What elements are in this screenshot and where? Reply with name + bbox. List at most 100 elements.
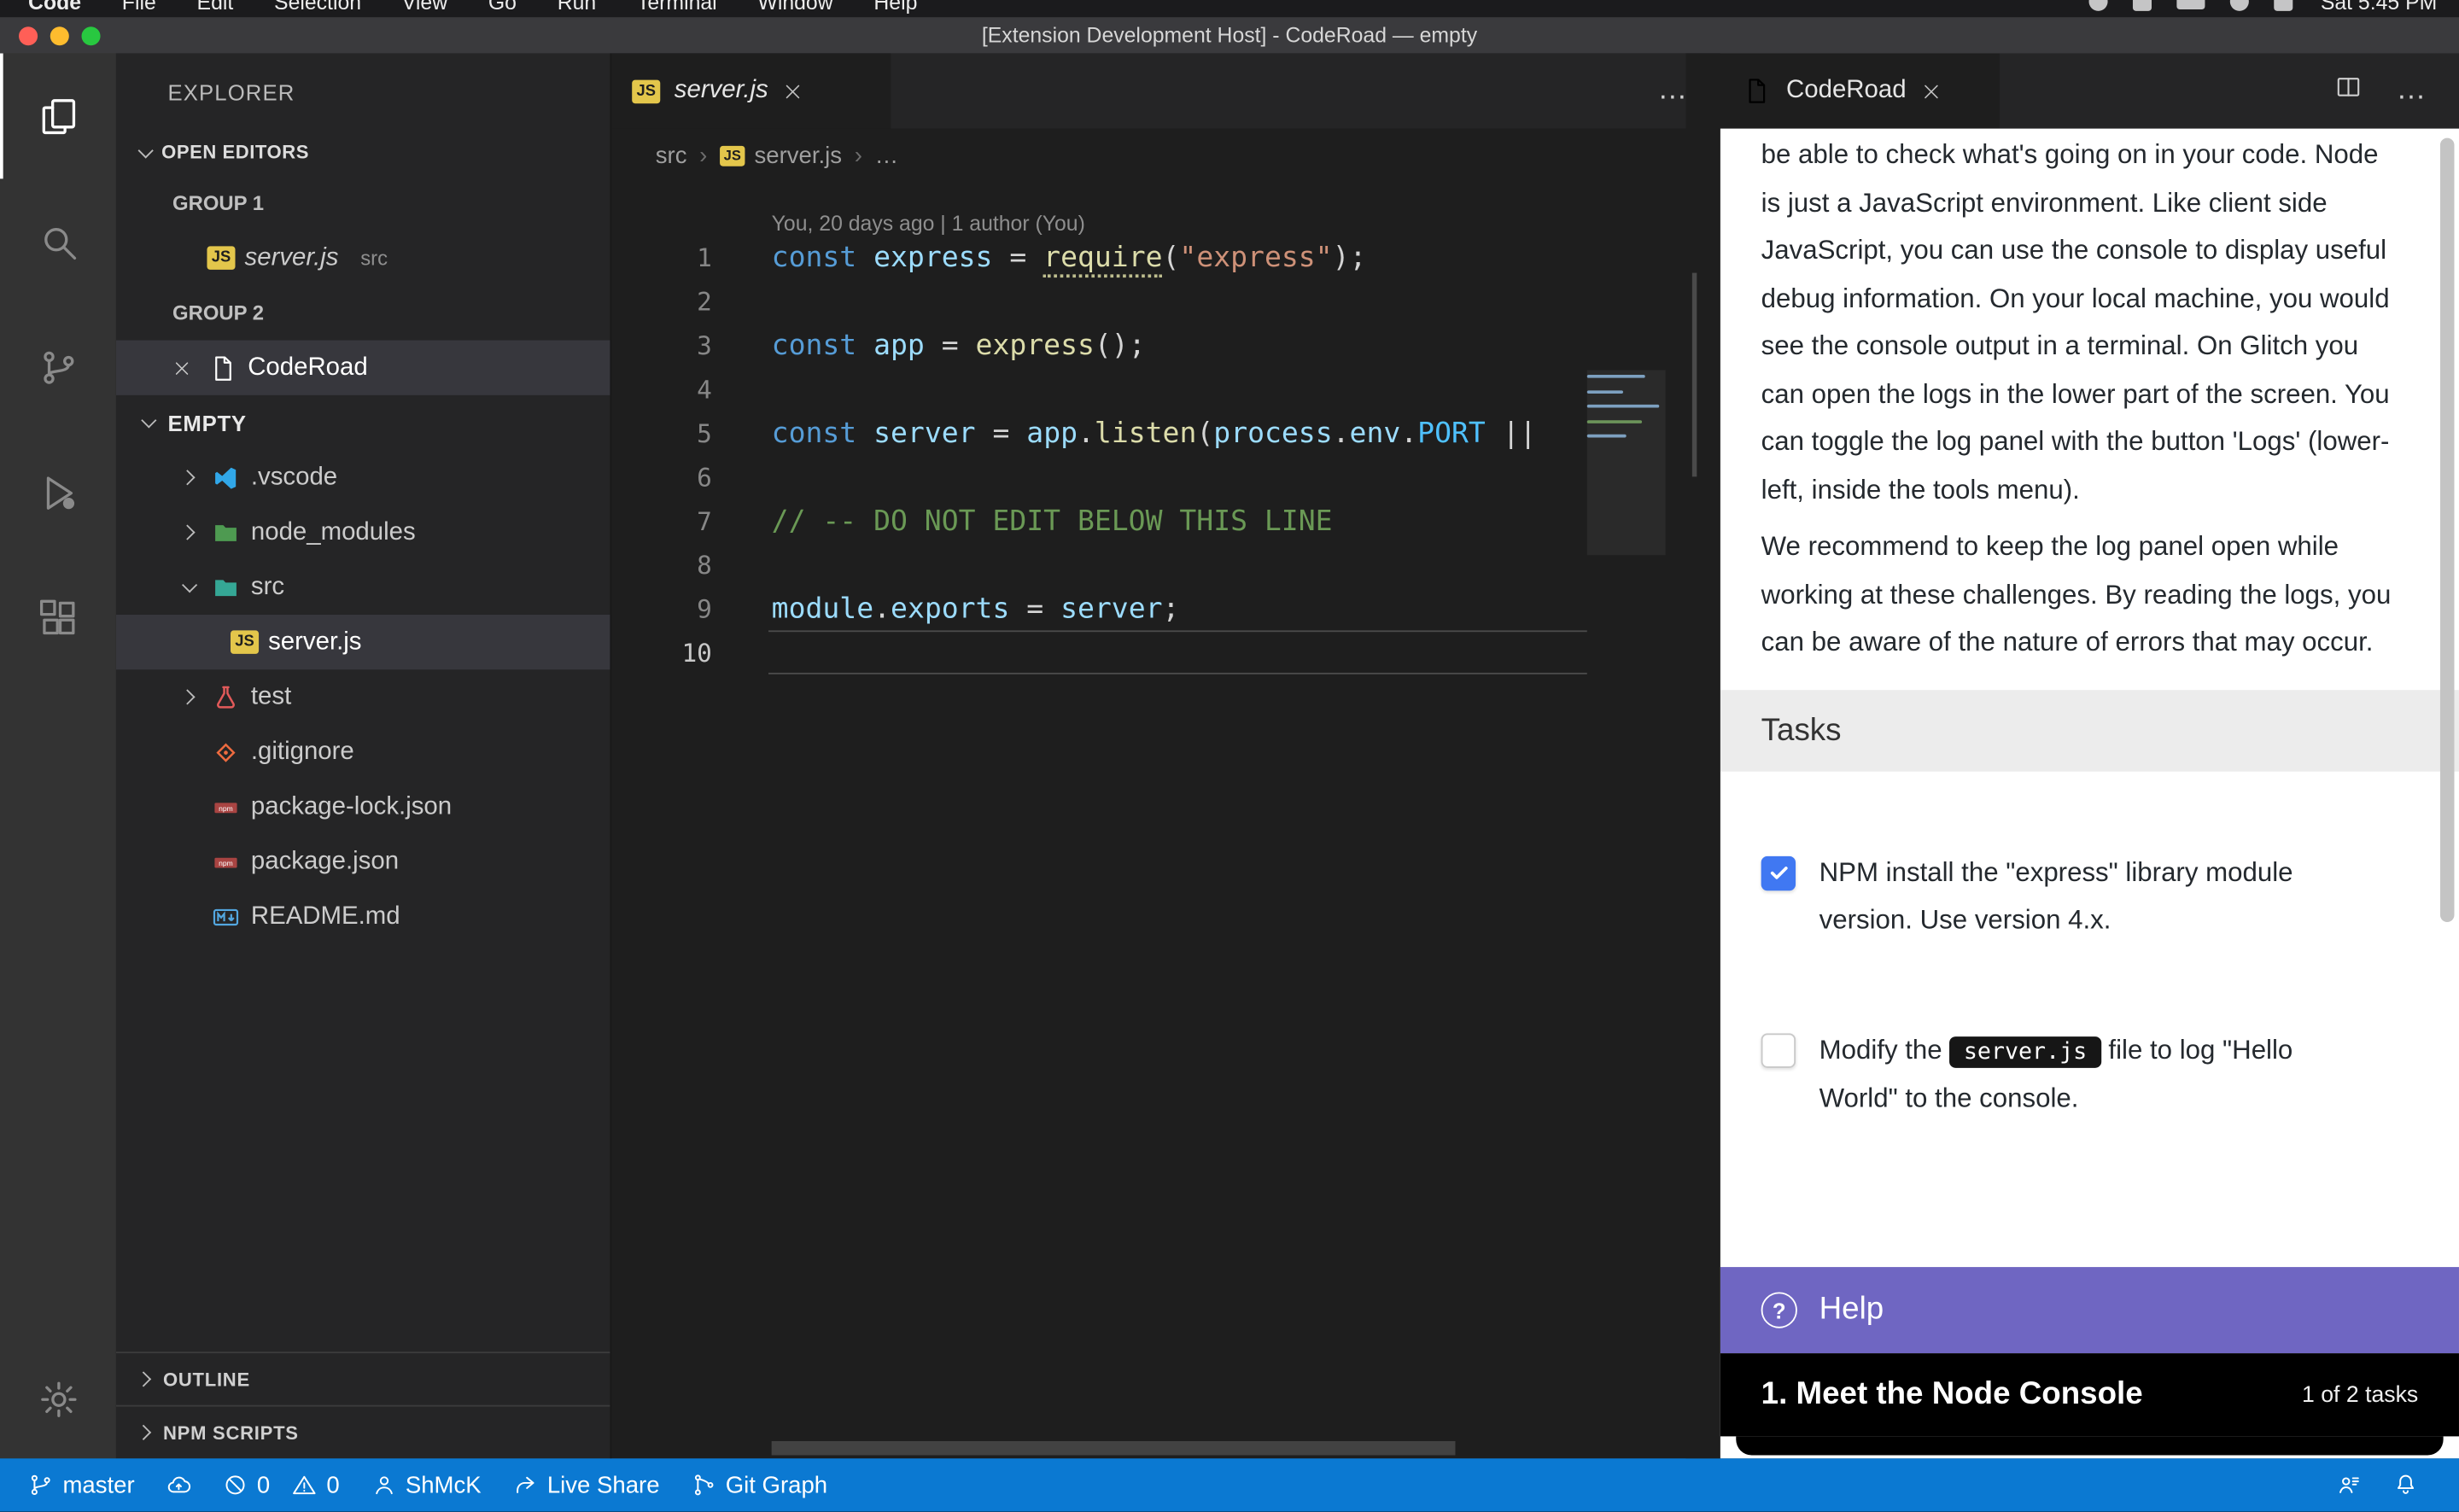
- close-tab-icon[interactable]: [1920, 81, 1941, 102]
- editor-more-actions-button[interactable]: …: [1657, 83, 1689, 98]
- code-line-3[interactable]: 3const app = express();: [611, 323, 1720, 366]
- line-number: 4: [611, 374, 712, 404]
- tree-root-empty[interactable]: EMPTY: [116, 395, 610, 450]
- code-line-1[interactable]: 1const express = require("express");: [611, 236, 1720, 279]
- tree-item-package-json[interactable]: npmpackage.json: [116, 834, 610, 889]
- activity-settings-icon[interactable]: [0, 1340, 116, 1459]
- section-outline[interactable]: OUTLINE: [116, 1351, 610, 1404]
- codelens-annotation[interactable]: You, 20 days ago | 1 author (You): [611, 195, 1720, 236]
- close-editor-icon[interactable]: [166, 352, 198, 383]
- activity-run-debug-icon[interactable]: [0, 429, 116, 555]
- activity-explorer-icon[interactable]: [0, 53, 116, 178]
- status-0[interactable]: 00: [207, 1458, 355, 1511]
- menu-run[interactable]: Run: [558, 0, 596, 14]
- current-line-highlight: [768, 630, 1587, 674]
- lesson-title: 1. Meet the Node Console: [1761, 1377, 2143, 1413]
- activity-extensions-icon[interactable]: [0, 555, 116, 680]
- menubar-status-icon[interactable]: [2176, 0, 2205, 9]
- menu-code[interactable]: Code: [28, 0, 81, 14]
- tree-item-server-js[interactable]: JSserver.js: [116, 615, 610, 669]
- activity-search-icon[interactable]: [0, 178, 116, 304]
- code-line-8[interactable]: 8: [611, 543, 1720, 587]
- code-line-7[interactable]: 7// -- DO NOT EDIT BELOW THIS LINE: [611, 499, 1720, 542]
- tree-item-test[interactable]: test: [116, 669, 610, 724]
- menu-view[interactable]: View: [402, 0, 447, 14]
- tree-item-label: server.js: [268, 628, 361, 657]
- file-tree: .vscode node_modulessrcJSserver.jstest.gi…: [116, 450, 610, 944]
- horizontal-scrollbar-thumb[interactable]: [772, 1441, 1456, 1456]
- code-line-9[interactable]: 9module.exports = server;: [611, 587, 1720, 630]
- chevron-slot: [172, 472, 201, 483]
- minimize-window-button[interactable]: [50, 26, 69, 44]
- activity-source-control-icon[interactable]: [0, 304, 116, 429]
- split-editor-icon[interactable]: [2335, 73, 2362, 108]
- open-editor-server-js[interactable]: JSserver.jssrc: [116, 231, 610, 285]
- open-editors-group-label: GROUP 2: [116, 285, 610, 340]
- code-text: const app = express();: [712, 329, 1146, 362]
- menu-file[interactable]: File: [122, 0, 156, 14]
- code-line-5[interactable]: 5const server = app.listen(process.env.P…: [611, 411, 1720, 454]
- code-line-4[interactable]: 4: [611, 367, 1720, 411]
- minimap-slider[interactable]: [1587, 370, 1666, 555]
- menu-terminal[interactable]: Terminal: [637, 0, 717, 14]
- menubar-status-icon[interactable]: [2274, 0, 2293, 11]
- task-checkbox[interactable]: [1761, 855, 1796, 890]
- tab-coderoad[interactable]: CodeRoad: [1720, 53, 2000, 128]
- status-live-share[interactable]: Live Share: [497, 1458, 675, 1511]
- minimap[interactable]: [1587, 370, 1666, 668]
- code-line-10[interactable]: 10: [611, 630, 1720, 674]
- menubar-status-icon[interactable]: [2088, 0, 2107, 11]
- status-git-graph[interactable]: Git Graph: [675, 1458, 844, 1511]
- open-editor-coderoad[interactable]: CodeRoad: [116, 341, 610, 395]
- status-cloud-sync[interactable]: [150, 1458, 207, 1511]
- menu-window[interactable]: Window: [757, 0, 832, 14]
- code-editor[interactable]: You, 20 days ago | 1 author (You) 1const…: [611, 182, 1720, 674]
- tree-root-label: EMPTY: [168, 410, 247, 435]
- status-bell[interactable]: [2377, 1458, 2433, 1511]
- menu-selection[interactable]: Selection: [274, 0, 361, 14]
- breadcrumb-separator: ›: [699, 142, 707, 168]
- breadcrumb-label: src: [656, 142, 687, 168]
- close-window-button[interactable]: [19, 26, 38, 44]
- status-label: ShMcK: [406, 1472, 482, 1498]
- status-shmck[interactable]: ShMcK: [355, 1458, 497, 1511]
- zoom-window-button[interactable]: [82, 26, 101, 44]
- md-icon: [210, 901, 242, 932]
- tree-item-node_modules[interactable]: node_modules: [116, 505, 610, 559]
- tree-item--vscode[interactable]: .vscode: [116, 450, 610, 505]
- task-text: Modify the server.js file to log "Hello …: [1819, 1026, 2393, 1124]
- status-master[interactable]: master: [13, 1458, 150, 1511]
- tree-item--gitignore[interactable]: .gitignore: [116, 725, 610, 779]
- tree-item-src[interactable]: src: [116, 560, 610, 615]
- close-tab-icon[interactable]: [782, 81, 803, 102]
- menubar-status-icon[interactable]: [2132, 0, 2151, 11]
- task-checkbox[interactable]: [1761, 1032, 1796, 1066]
- tab-server-js[interactable]: JS server.js: [611, 53, 891, 128]
- code-line-2[interactable]: 2: [611, 279, 1720, 323]
- file-icon: [1741, 75, 1773, 107]
- git-icon: [210, 736, 242, 768]
- status-feedback[interactable]: [2321, 1458, 2377, 1511]
- lesson-card-bottom: [1720, 1436, 2459, 1458]
- breadcrumb-item-1[interactable]: JSserver.js: [720, 142, 842, 168]
- tree-item-label: node_modules: [251, 518, 416, 546]
- panel-more-actions-button[interactable]: …: [2397, 83, 2428, 98]
- help-bar[interactable]: ? Help: [1720, 1267, 2459, 1353]
- menu-help[interactable]: Help: [873, 0, 917, 14]
- section-npm-scripts[interactable]: NPM SCRIPTS: [116, 1405, 610, 1458]
- breadcrumb-item-0[interactable]: src: [656, 142, 687, 168]
- breadcrumb-item-2[interactable]: …: [875, 142, 899, 168]
- vertical-scrollbar-thumb[interactable]: [1692, 273, 1697, 477]
- code-line-6[interactable]: 6: [611, 455, 1720, 499]
- tree-item-package-lock-json[interactable]: npmpackage-lock.json: [116, 779, 610, 834]
- open-editors-header[interactable]: OPEN EDITORS: [116, 129, 610, 176]
- menu-go[interactable]: Go: [488, 0, 517, 14]
- git-branch-icon: [28, 1473, 53, 1497]
- bell-icon: [2393, 1473, 2418, 1497]
- tree-item-readme-md[interactable]: README.md: [116, 889, 610, 943]
- menubar-status-icon[interactable]: [2229, 0, 2248, 11]
- explorer-sidebar: EXPLORER OPEN EDITORS GROUP 1JSserver.js…: [116, 53, 610, 1458]
- webview-scrollbar-thumb[interactable]: [2440, 138, 2455, 922]
- line-number: 9: [611, 593, 712, 623]
- menu-edit[interactable]: Edit: [197, 0, 234, 14]
